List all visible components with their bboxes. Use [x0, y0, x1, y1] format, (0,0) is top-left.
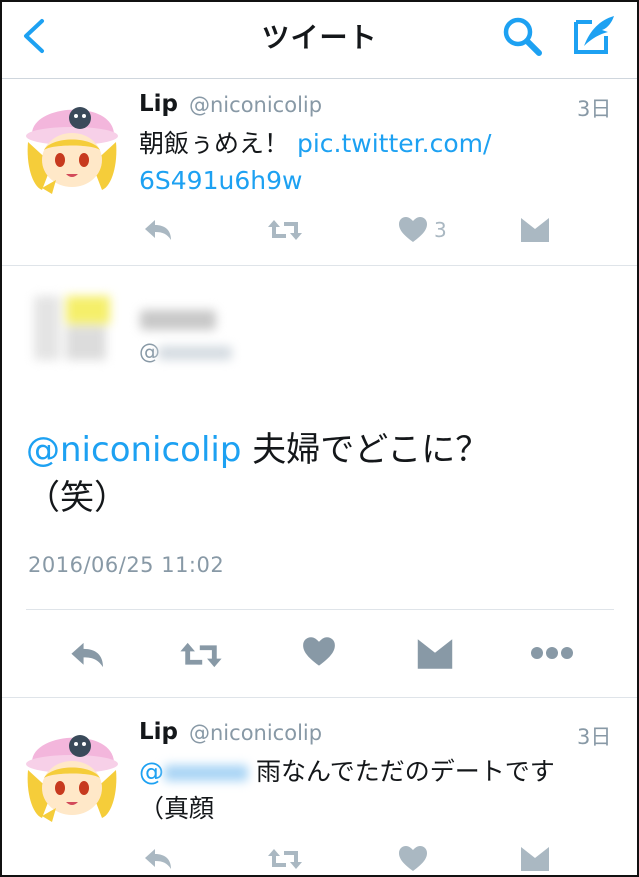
user-avatar[interactable] [26, 292, 116, 364]
retweet-icon[interactable] [178, 638, 224, 672]
tweet-detail-text: @niconicolip 夫婦でどこに？ （笑） [26, 426, 616, 522]
tweet-text: @ 雨なんでただのデートです （真顔 [139, 753, 609, 827]
direct-message-icon[interactable] [416, 638, 454, 670]
like-count: 3 [434, 218, 447, 242]
retweet-icon[interactable] [266, 845, 304, 873]
author-handle-blurred [158, 346, 232, 360]
author-handle[interactable]: @niconicolip [189, 93, 322, 117]
tweet-timestamp: 3日 [577, 725, 612, 749]
top-nav-bar: ツイート [0, 0, 639, 79]
tweet-text-body: 朝飯ぅめえ！ [139, 129, 290, 158]
user-avatar[interactable] [22, 94, 122, 194]
divider [0, 265, 639, 266]
tweet-date: 2016/06/25 11:02 [28, 553, 225, 577]
tweet-text-body: 雨なんでただのデートです [248, 757, 555, 786]
like-icon[interactable] [302, 636, 336, 668]
author-handle-prefix[interactable]: @ [139, 340, 160, 364]
mention-blurred[interactable] [164, 765, 248, 781]
tweet-media-link-cont[interactable]: 6S491u6h9w [139, 166, 302, 195]
author-name[interactable] [140, 310, 216, 330]
tweet-media-link[interactable]: pic.twitter.com/ [297, 129, 491, 158]
user-avatar[interactable] [22, 722, 122, 822]
reply-icon[interactable] [66, 638, 106, 672]
reply-icon[interactable] [141, 216, 173, 244]
compose-tweet-icon[interactable] [570, 12, 618, 58]
author-name[interactable]: Lip [139, 91, 178, 117]
direct-message-icon[interactable] [520, 217, 550, 243]
mention-link[interactable]: @niconicolip [26, 430, 241, 470]
like-icon[interactable] [398, 216, 428, 244]
divider [0, 697, 639, 698]
tweet-text: 朝飯ぅめえ！ pic.twitter.com/ 6S491u6h9w [139, 125, 609, 199]
divider [26, 609, 614, 610]
tweet-text-body: 夫婦でどこに？ [241, 430, 490, 470]
reply-icon[interactable] [141, 845, 173, 873]
tweet-text-cont: （真顔 [139, 794, 215, 823]
tweet-text-cont: （笑） [26, 478, 128, 518]
like-icon[interactable] [398, 845, 428, 873]
retweet-icon[interactable] [266, 216, 304, 244]
more-options-icon[interactable] [530, 646, 574, 660]
author-handle[interactable]: @niconicolip [189, 721, 322, 745]
mention-link[interactable]: @ [139, 757, 164, 786]
tweet-timestamp: 3日 [577, 97, 612, 121]
search-icon[interactable] [500, 14, 544, 58]
direct-message-icon[interactable] [520, 846, 550, 872]
author-name[interactable]: Lip [139, 719, 178, 745]
